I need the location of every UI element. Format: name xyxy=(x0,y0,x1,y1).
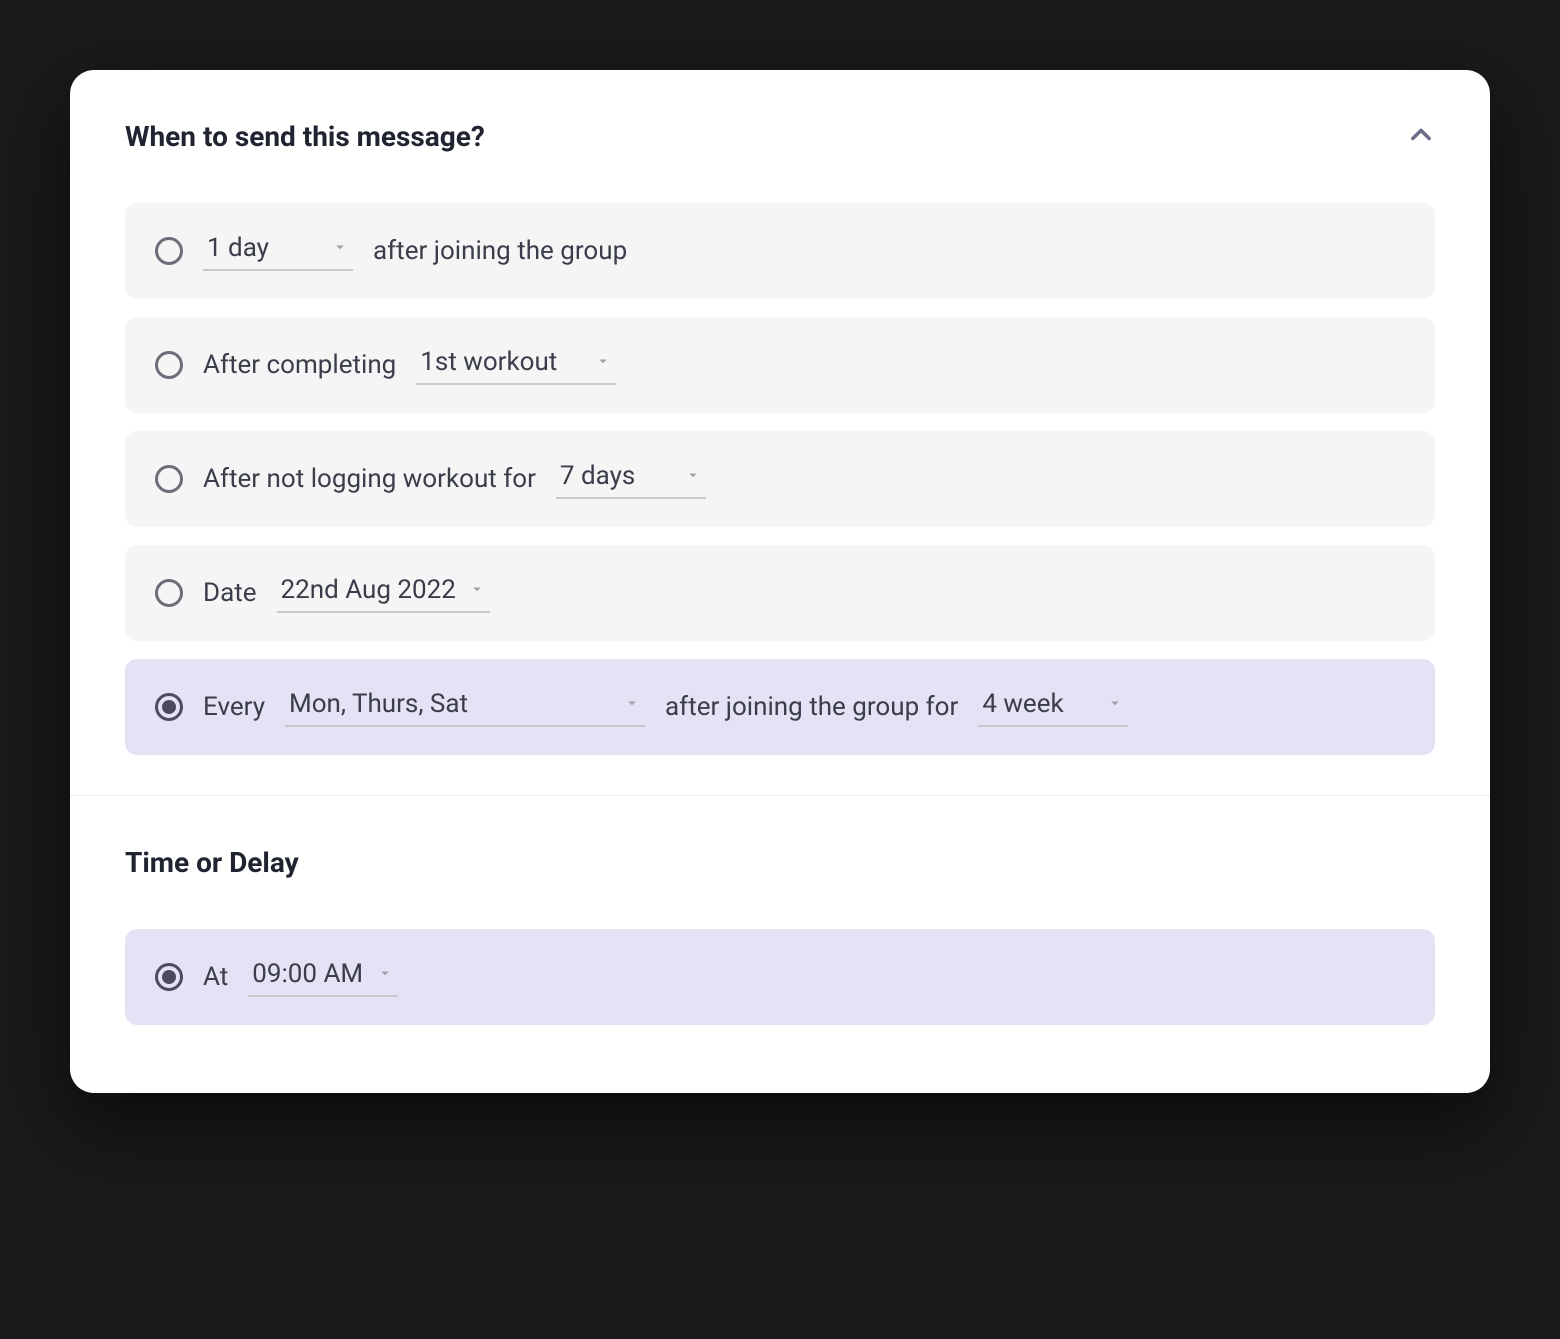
section-divider xyxy=(70,795,1490,796)
select-value: 22nd Aug 2022 xyxy=(281,575,456,605)
label-not-logging: After not logging workout for xyxy=(203,464,536,494)
section-header-when: When to send this message? xyxy=(125,120,1435,153)
radio-after-joining[interactable] xyxy=(155,237,183,265)
radio-not-logging[interactable] xyxy=(155,465,183,493)
caret-down-icon xyxy=(468,575,486,605)
select-value: Mon, Thurs, Sat xyxy=(289,689,468,719)
option-every[interactable]: Every Mon, Thurs, Sat after joining the … xyxy=(125,659,1435,755)
caret-down-icon xyxy=(1106,689,1124,719)
label-after-joining: after joining the group xyxy=(373,236,627,266)
label-after-completing: After completing xyxy=(203,350,396,380)
select-days[interactable]: Mon, Thurs, Sat xyxy=(285,687,645,727)
section-title-when: When to send this message? xyxy=(125,120,485,153)
caret-down-icon xyxy=(623,689,641,719)
label-every-mid: after joining the group for xyxy=(665,692,958,722)
select-value: 4 week xyxy=(982,689,1063,719)
caret-down-icon xyxy=(594,347,612,377)
option-after-joining[interactable]: 1 day after joining the group xyxy=(125,203,1435,299)
select-workout-number[interactable]: 1st workout xyxy=(416,345,616,385)
radio-date[interactable] xyxy=(155,579,183,607)
select-date[interactable]: 22nd Aug 2022 xyxy=(277,573,490,613)
option-after-completing[interactable]: After completing 1st workout xyxy=(125,317,1435,413)
select-every-duration[interactable]: 4 week xyxy=(978,687,1128,727)
option-date[interactable]: Date 22nd Aug 2022 xyxy=(125,545,1435,641)
section-title-time: Time or Delay xyxy=(125,846,1435,879)
radio-after-completing[interactable] xyxy=(155,351,183,379)
select-join-duration[interactable]: 1 day xyxy=(203,231,353,271)
select-value: 1st workout xyxy=(420,347,557,377)
select-value: 09:00 AM xyxy=(252,959,363,989)
chevron-up-icon[interactable] xyxy=(1407,121,1435,153)
radio-time-at[interactable] xyxy=(155,963,183,991)
option-time-at[interactable]: At 09:00 AM xyxy=(125,929,1435,1025)
select-value: 7 days xyxy=(560,461,635,491)
select-value: 1 day xyxy=(207,233,269,263)
select-inactivity-duration[interactable]: 7 days xyxy=(556,459,706,499)
label-every: Every xyxy=(203,692,265,722)
select-time[interactable]: 09:00 AM xyxy=(248,957,398,997)
caret-down-icon xyxy=(376,959,394,989)
label-time-at: At xyxy=(203,962,228,992)
radio-every[interactable] xyxy=(155,693,183,721)
label-date: Date xyxy=(203,578,257,608)
caret-down-icon xyxy=(684,461,702,491)
option-not-logging[interactable]: After not logging workout for 7 days xyxy=(125,431,1435,527)
settings-card: When to send this message? 1 day after j… xyxy=(70,70,1490,1093)
caret-down-icon xyxy=(331,233,349,263)
